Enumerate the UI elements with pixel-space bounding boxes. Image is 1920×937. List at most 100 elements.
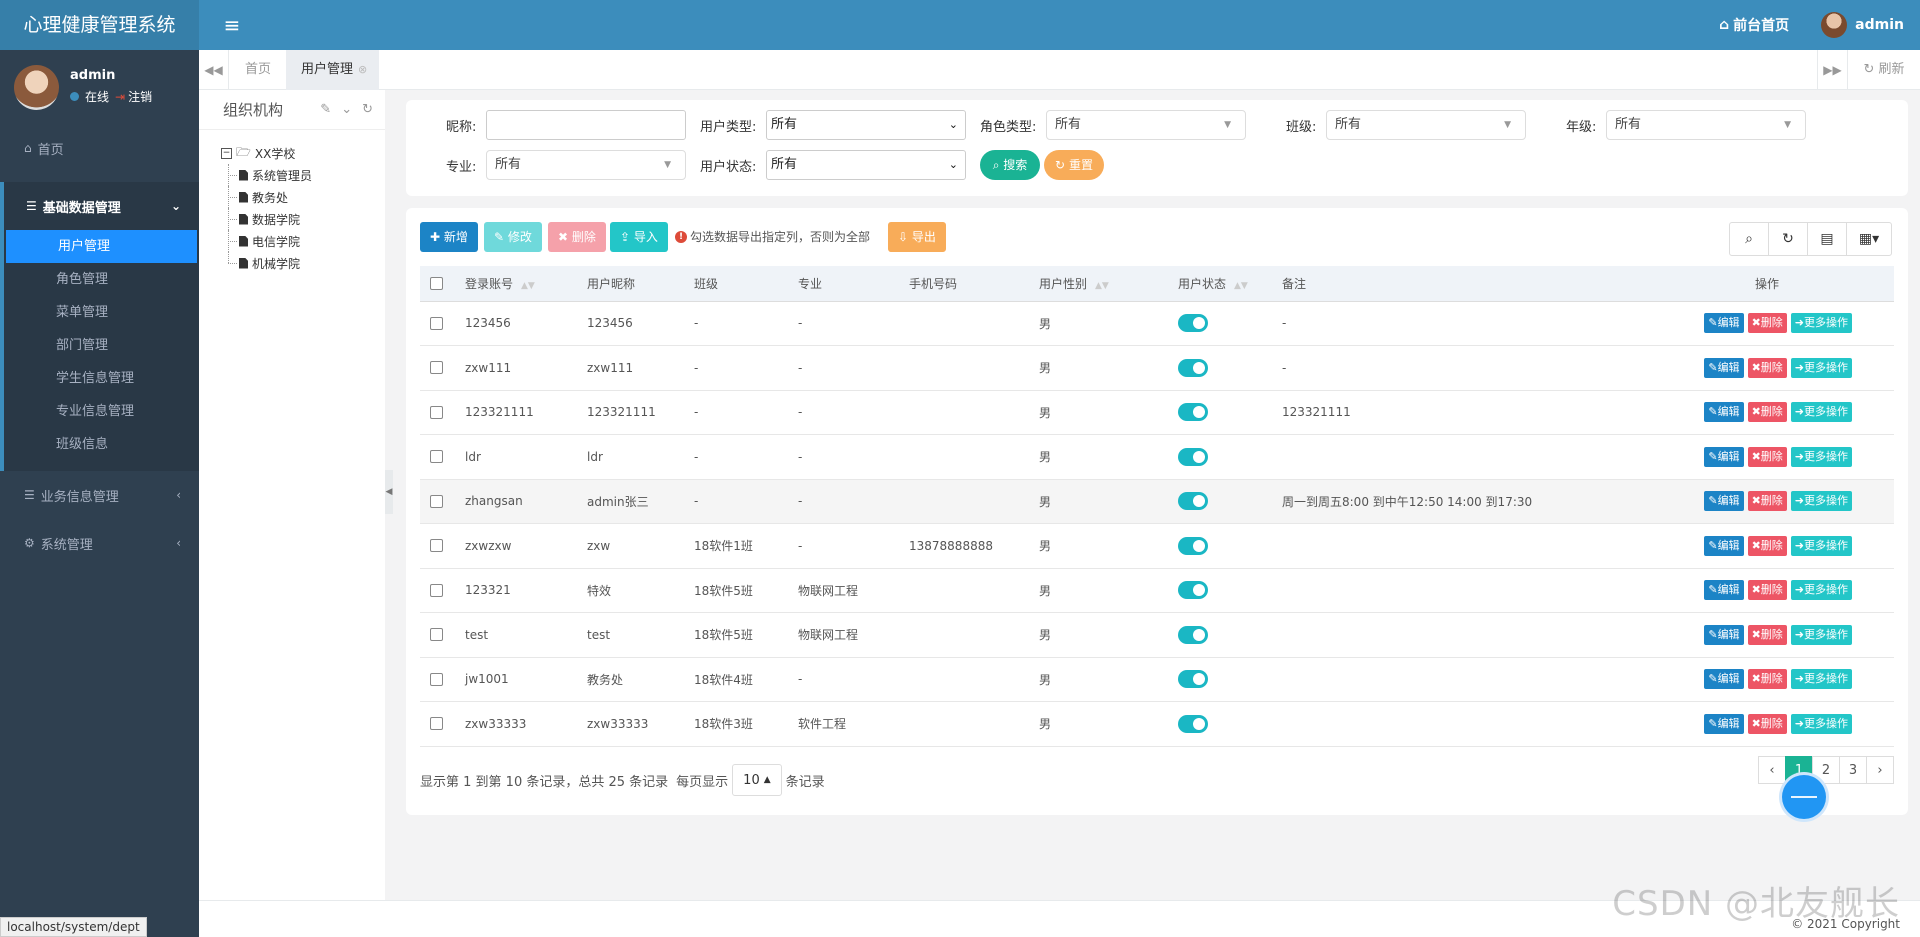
refresh-icon[interactable]: ↻ [1769,223,1808,255]
row-delete-button[interactable]: ✖删除 [1747,580,1787,601]
page-size-select[interactable]: 10 ▲ [732,764,782,796]
status-toggle[interactable] [1178,447,1208,466]
select-all-checkbox[interactable] [430,276,443,290]
export-button[interactable]: ⇩ 导出 [888,222,946,252]
status-toggle[interactable] [1178,670,1208,689]
edit-icon[interactable]: ✎ [320,102,331,117]
status-toggle[interactable] [1178,625,1208,644]
sidebar-item-class-info[interactable]: 班级信息 [4,428,199,461]
class-select[interactable]: 所有 ▼ [1326,110,1526,140]
column-header-status[interactable]: 用户状态 ▲▼ [1178,266,1282,302]
logout-link[interactable]: ⇥ 注销 [115,88,152,105]
table-row[interactable]: zxw111 zxw111- - 男 - ✎编辑 ✖删除 ➜更多操作 [420,345,1894,391]
chevron-down-icon[interactable]: ⌄ [341,102,352,117]
nickname-input[interactable] [486,110,686,140]
status-toggle[interactable] [1178,536,1208,555]
row-edit-button[interactable]: ✎编辑 [1704,580,1744,601]
table-row[interactable]: zxw33333 zxw33333 18软件3班 软件工程男 ✎编辑 ✖删除 ➜更多操作 [420,701,1894,747]
row-checkbox[interactable] [430,361,443,375]
tab-scroll-left-icon[interactable]: ◀◀ [199,50,229,90]
sidebar-item-role-management[interactable]: 角色管理 [4,263,199,296]
user-status-select[interactable]: 所有 ⌄ [766,150,966,180]
row-edit-button[interactable]: ✎编辑 [1704,669,1744,690]
sidebar-item-menu-management[interactable]: 菜单管理 [4,296,199,329]
row-checkbox[interactable] [430,450,443,464]
row-more-button[interactable]: ➜更多操作 [1790,624,1852,645]
row-edit-button[interactable]: ✎编辑 [1704,446,1744,467]
sidebar-item-dept-management[interactable]: 部门管理 [4,329,199,362]
list-icon[interactable]: ▤ [1808,223,1847,255]
role-type-select[interactable]: 所有 ▼ [1046,110,1246,140]
row-delete-button[interactable]: ✖删除 [1747,713,1787,734]
status-toggle[interactable] [1178,714,1208,733]
sidebar-item-student-info[interactable]: 学生信息管理 [4,362,199,395]
table-row[interactable]: test test 18软件5班 物联网工程男 ✎编辑 ✖删除 ➜更多操作 [420,612,1894,658]
close-icon[interactable]: ⊗ [358,63,367,76]
row-delete-button[interactable]: ✖删除 [1747,446,1787,467]
row-checkbox[interactable] [430,539,443,553]
table-row[interactable]: 123456 123456- - 男 - ✎编辑 ✖删除 ➜更多操作 [420,301,1894,346]
row-more-button[interactable]: ➜更多操作 [1790,580,1852,601]
user-type-select[interactable]: 所有 ⌄ [766,110,966,140]
page-button-3[interactable]: 3 [1839,756,1867,784]
tree-node[interactable]: 数据学院 [221,208,385,230]
table-row[interactable]: 123321111 123321111- - 男 123321111 ✎编辑 ✖删除 ➜更多操… [420,390,1894,435]
panel-collapse-handle[interactable]: ◀ [385,470,393,514]
collapse-icon[interactable]: − [221,147,232,159]
menu-toggle-icon[interactable]: ≡ [212,0,252,50]
row-checkbox[interactable] [430,628,443,642]
tree-node[interactable]: 机械学院 [221,252,385,274]
status-toggle[interactable] [1178,314,1208,333]
tree-root[interactable]: − 🗁 XX学校 [221,142,385,164]
row-edit-button[interactable]: ✎编辑 [1704,713,1744,734]
floating-assistant-button[interactable] [1782,775,1826,819]
sidebar-group-system[interactable]: ⚙ 系统管理 ‹ [0,519,199,567]
refresh-icon[interactable]: ↻ [362,102,373,117]
row-edit-button[interactable]: ✎编辑 [1704,313,1744,334]
table-row[interactable]: jw1001 教务处 18软件4班 - 男 ✎编辑 ✖删除 ➜更多操作 [420,657,1894,702]
delete-button[interactable]: ✖ 删除 [548,222,606,252]
row-more-button[interactable]: ➜更多操作 [1790,446,1852,467]
row-checkbox[interactable] [430,494,443,508]
row-edit-button[interactable]: ✎编辑 [1704,624,1744,645]
column-header-account[interactable]: 登录账号 ▲▼ [465,266,587,302]
status-toggle[interactable] [1178,403,1208,422]
sidebar-group-business[interactable]: ☰ 业务信息管理 ‹ [0,471,199,519]
tab-user-management[interactable]: 用户管理 ⊗ [286,50,380,90]
row-edit-button[interactable]: ✎编辑 [1704,535,1744,556]
status-toggle[interactable] [1178,358,1208,377]
search-icon[interactable]: ⌕ [1730,223,1769,255]
sidebar-item-home[interactable]: ⌂ 首页 [0,124,199,172]
columns-icon[interactable]: ▦▾ [1847,223,1891,255]
table-row[interactable]: ldr ldr - - 男 ✎编辑 ✖删除 ➜更多操作 [420,434,1894,480]
major-select[interactable]: 所有 ▼ [486,150,686,180]
row-delete-button[interactable]: ✖删除 [1747,357,1787,378]
row-delete-button[interactable]: ✖删除 [1747,313,1787,334]
top-user-menu[interactable]: admin [1821,12,1904,38]
column-header-gender[interactable]: 用户性别 ▲▼ [1039,266,1178,302]
table-row[interactable]: 123321 特效 18软件5班 物联网工程男 ✎编辑 ✖删除 ➜更多操作 [420,568,1894,613]
sidebar-group-basic-data[interactable]: ☰ 基础数据管理 ⌄ [0,182,199,230]
row-delete-button[interactable]: ✖删除 [1747,535,1787,556]
row-delete-button[interactable]: ✖删除 [1747,491,1787,512]
row-more-button[interactable]: ➜更多操作 [1790,313,1852,334]
row-delete-button[interactable]: ✖删除 [1747,402,1787,423]
row-delete-button[interactable]: ✖删除 [1747,669,1787,690]
reset-button[interactable]: ↻ 重置 [1044,150,1104,180]
tab-scroll-right-icon[interactable]: ▶▶ [1817,50,1847,90]
row-more-button[interactable]: ➜更多操作 [1790,357,1852,378]
sidebar-item-user-management[interactable]: 用户管理 [6,230,197,263]
tab-home[interactable]: 首页 [229,50,289,90]
status-toggle[interactable] [1178,492,1208,511]
refresh-button[interactable]: ↻ 刷新 [1847,50,1920,90]
row-more-button[interactable]: ➜更多操作 [1790,402,1852,423]
row-checkbox[interactable] [430,583,443,597]
grade-select[interactable]: 所有 ▼ [1606,110,1806,140]
table-row[interactable]: zhangsan admin张三 - - 男周一到周五8:00 到中午12:50 14:… [420,479,1894,524]
row-edit-button[interactable]: ✎编辑 [1704,357,1744,378]
row-checkbox[interactable] [430,405,443,419]
page-next-button[interactable]: › [1866,756,1894,784]
row-edit-button[interactable]: ✎编辑 [1704,491,1744,512]
row-checkbox[interactable] [430,316,443,330]
row-edit-button[interactable]: ✎编辑 [1704,402,1744,423]
